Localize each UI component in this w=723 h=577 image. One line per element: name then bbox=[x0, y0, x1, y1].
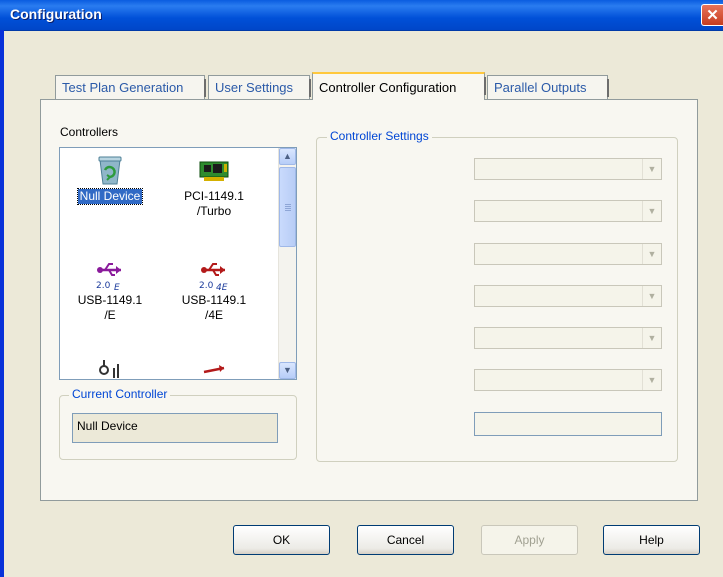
setting-dropdown[interactable]: ▼ bbox=[474, 158, 662, 180]
device-icon bbox=[94, 358, 126, 379]
usb-icon bbox=[198, 360, 230, 379]
controller-item-null-device[interactable]: Null Device bbox=[60, 154, 160, 205]
window-frame-left bbox=[0, 30, 4, 577]
controller-item-label: USB-1149.1/4E bbox=[181, 293, 247, 322]
window-title: Configuration bbox=[10, 6, 102, 22]
controllers-list[interactable]: Null Device PCI-1149.1/Turbo 2.0 E USB-1… bbox=[59, 147, 297, 380]
tab-controller-configuration[interactable]: Controller Configuration bbox=[312, 72, 486, 100]
close-icon: ✕ bbox=[706, 7, 719, 24]
controller-item-label: USB-1149.1/E bbox=[77, 293, 143, 322]
controller-item-usb-4e[interactable]: 2.0 4E USB-1149.1/4E bbox=[164, 258, 264, 323]
chevron-down-icon: ▼ bbox=[642, 244, 661, 264]
controller-item-label: Null Device bbox=[76, 188, 144, 205]
close-button[interactable]: ✕ bbox=[701, 4, 723, 26]
setting-dropdown[interactable]: ▼ bbox=[474, 243, 662, 265]
help-button[interactable]: Help bbox=[603, 525, 700, 555]
chevron-down-icon: ▼ bbox=[642, 201, 661, 221]
controller-item-usb-e[interactable]: 2.0 E USB-1149.1/E bbox=[60, 258, 160, 323]
svg-text:E: E bbox=[114, 283, 120, 290]
setting-dropdown[interactable]: ▼ bbox=[474, 285, 662, 307]
controller-item-pci[interactable]: PCI-1149.1/Turbo bbox=[164, 154, 264, 219]
ok-button[interactable]: OK bbox=[233, 525, 330, 555]
controllers-scrollbar[interactable]: ▲ ▼ bbox=[278, 148, 296, 379]
current-controller-field: Null Device bbox=[72, 413, 278, 443]
chevron-down-icon: ▼ bbox=[642, 370, 661, 390]
controllers-label: Controllers bbox=[60, 125, 119, 139]
svg-text:2.0: 2.0 bbox=[96, 281, 111, 290]
chevron-down-icon: ▼ bbox=[642, 159, 661, 179]
cancel-button[interactable]: Cancel bbox=[357, 525, 454, 555]
tab-parallel-outputs[interactable]: Parallel Outputs bbox=[487, 75, 609, 99]
current-controller-legend: Current Controller bbox=[69, 387, 171, 401]
controller-settings-legend: Controller Settings bbox=[327, 129, 432, 143]
chevron-down-icon: ▼ bbox=[283, 365, 292, 375]
controller-item-label: PCI-1149.1/Turbo bbox=[184, 189, 244, 218]
setting-dropdown[interactable]: ▼ bbox=[474, 327, 662, 349]
scroll-down-button[interactable]: ▼ bbox=[279, 362, 296, 379]
controller-item-partial[interactable] bbox=[164, 360, 264, 379]
apply-button[interactable]: Apply bbox=[481, 525, 578, 555]
scroll-up-button[interactable]: ▲ bbox=[279, 148, 296, 165]
scroll-thumb[interactable] bbox=[279, 167, 296, 247]
setting-text-field bbox=[474, 412, 662, 436]
chevron-down-icon: ▼ bbox=[642, 328, 661, 348]
chevron-down-icon: ▼ bbox=[642, 286, 661, 306]
chevron-up-icon: ▲ bbox=[283, 151, 292, 161]
recycle-bin-icon bbox=[94, 154, 126, 186]
svg-text:4E: 4E bbox=[216, 283, 228, 290]
title-bar: Configuration ✕ bbox=[0, 0, 723, 31]
setting-dropdown[interactable]: ▼ bbox=[474, 369, 662, 391]
usb-icon: 2.0 4E bbox=[198, 258, 230, 293]
setting-dropdown[interactable]: ▼ bbox=[474, 200, 662, 222]
tab-test-plan-generation[interactable]: Test Plan Generation bbox=[55, 75, 206, 99]
svg-text:2.0: 2.0 bbox=[199, 281, 214, 290]
controller-item-partial[interactable] bbox=[60, 358, 160, 379]
pci-card-icon bbox=[198, 154, 230, 186]
usb-icon: 2.0 E bbox=[94, 258, 126, 293]
tab-user-settings[interactable]: User Settings bbox=[208, 75, 311, 99]
